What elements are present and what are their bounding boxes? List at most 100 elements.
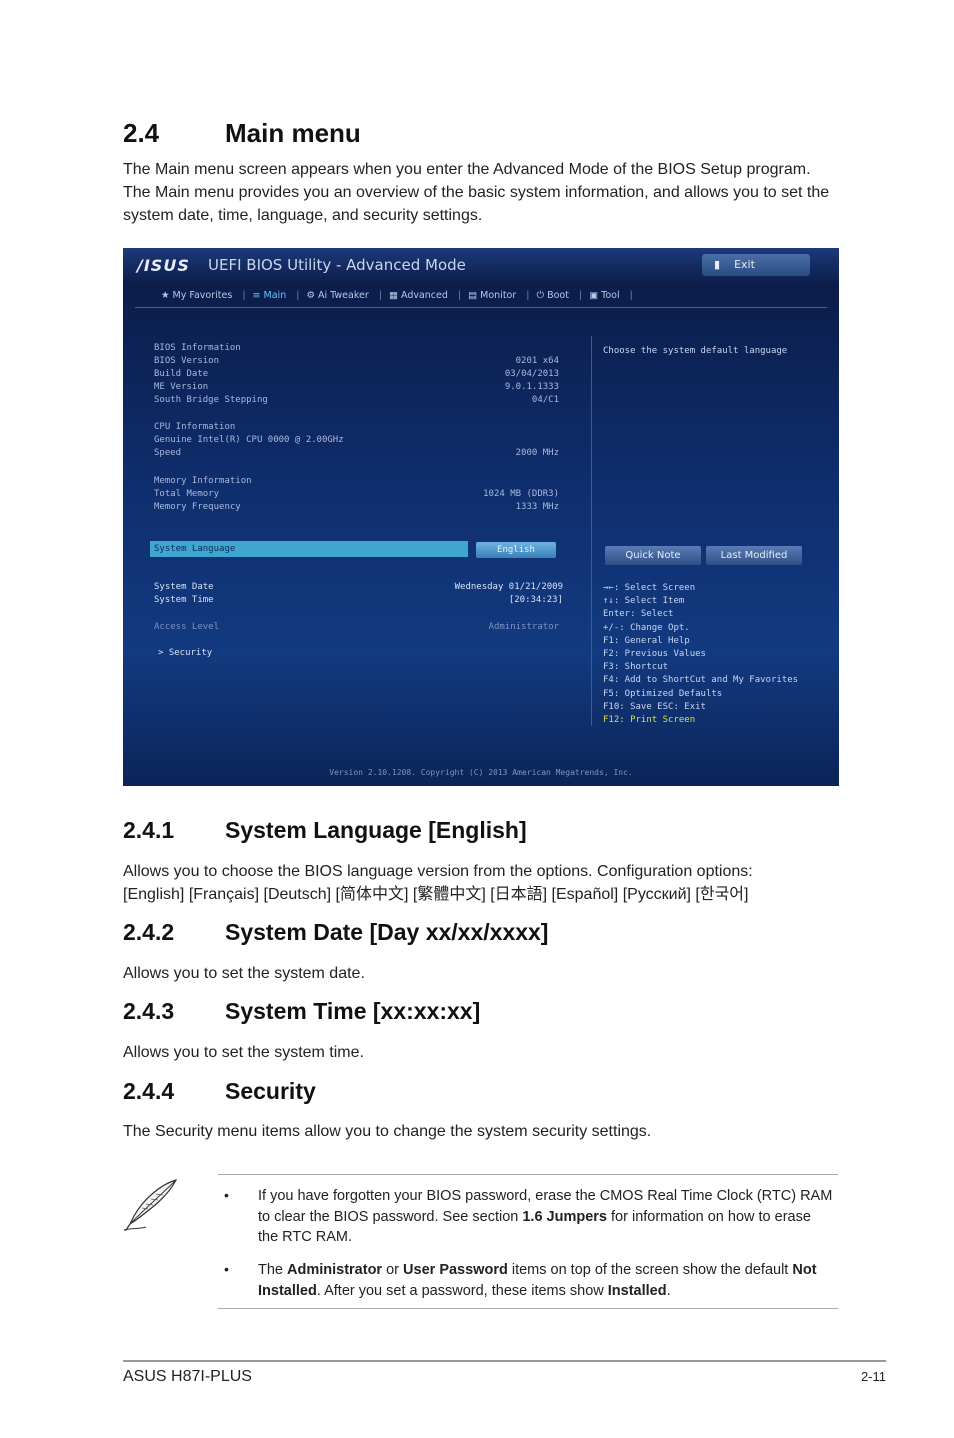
note-bold: Installed bbox=[607, 1282, 667, 1299]
tab-advanced[interactable]: ▦ Advanced bbox=[389, 284, 448, 308]
security-description: The Security menu items allow you to cha… bbox=[123, 1123, 652, 1140]
tab-label: Ai Tweaker bbox=[318, 290, 369, 301]
tab-separator: | bbox=[242, 290, 246, 301]
tab-label: Monitor bbox=[480, 290, 517, 301]
time-description: Allows you to set the system time. bbox=[123, 1044, 364, 1061]
note-text: The bbox=[258, 1262, 288, 1278]
tab-boot[interactable]: ⏻ Boot bbox=[537, 284, 569, 308]
language-text: Allows you to choose the BIOS language v… bbox=[123, 863, 753, 880]
cpu-speed-label: Speed bbox=[154, 448, 182, 458]
note-bold: 1.6 Jumpers bbox=[522, 1208, 607, 1225]
tab-separator: | bbox=[378, 290, 382, 301]
subsection-title-language: 2.4.1 System Language [English] bbox=[123, 817, 527, 844]
section-number: 2.4 bbox=[123, 118, 160, 148]
advanced-icon: ▦ bbox=[388, 290, 401, 301]
tab-ai-tweaker[interactable]: ⚙ Ai Tweaker bbox=[306, 284, 368, 308]
subsection-title-date: 2.4.2 System Date [Day xx/xx/xxxx] bbox=[123, 919, 548, 946]
bullet: • bbox=[224, 1187, 229, 1203]
quick-note-button[interactable]: Quick Note bbox=[605, 546, 701, 565]
bios-tabs: ★ My Favorites | ≡ Main | ⚙ Ai Tweaker | ▦ … bbox=[135, 284, 827, 308]
tab-separator: | bbox=[296, 290, 300, 301]
language-select[interactable]: English bbox=[476, 542, 556, 558]
cpu-speed-value: 2000 MHz bbox=[515, 448, 559, 458]
key-hint: +/-: Change Opt. bbox=[603, 622, 690, 633]
key-legend: →←: Select Screen ↑↓: Select Item Enter:… bbox=[603, 582, 798, 727]
note-text: or bbox=[382, 1262, 404, 1278]
subsection-heading: Security bbox=[225, 1078, 316, 1104]
me-version-value: 9.0.1.1333 bbox=[504, 382, 559, 392]
power-icon: ⏻ bbox=[536, 290, 548, 301]
tab-separator: | bbox=[457, 290, 462, 301]
system-date-value[interactable]: Wednesday 01/21/2009 bbox=[455, 582, 563, 592]
system-time-value[interactable]: [20:34:23] bbox=[509, 595, 563, 605]
access-level-label: Access Level bbox=[154, 622, 220, 632]
page-number: 2-11 bbox=[860, 1369, 886, 1384]
monitor-icon: ▤ bbox=[468, 290, 481, 301]
note-bold: Administrator bbox=[287, 1262, 383, 1278]
south-bridge-label: South Bridge Stepping bbox=[154, 395, 268, 405]
note-bold: User Password bbox=[403, 1262, 508, 1278]
tab-label: Tool bbox=[601, 290, 620, 301]
cpu-name: Genuine Intel(R) CPU 0000 @ 2.00GHz bbox=[154, 435, 344, 445]
footer-rule bbox=[123, 1360, 886, 1362]
security-menu-item[interactable]: > Security bbox=[158, 648, 212, 658]
subsection-heading: System Time [xx:xx:xx] bbox=[225, 998, 481, 1024]
key-hint: F5: Optimized Defaults bbox=[603, 688, 723, 699]
tab-label: Main bbox=[263, 290, 287, 301]
subsection-number: 2.4.3 bbox=[123, 998, 175, 1024]
language-description: Allows you to choose the BIOS language v… bbox=[123, 860, 838, 906]
system-date-label: System Date bbox=[154, 582, 214, 592]
language-options: [English] [Français] [Deutsch] [简体中文] [繁… bbox=[123, 886, 749, 903]
footer-product: ASUS H87I-PLUS bbox=[123, 1368, 252, 1385]
key-hint: F2: Previous Values bbox=[603, 649, 706, 660]
build-date-value: 03/04/2013 bbox=[504, 369, 559, 379]
system-time-label: System Time bbox=[154, 595, 214, 605]
bios-info-header: BIOS Information bbox=[154, 343, 241, 353]
note-item-administrator: The Administrator or User Password items… bbox=[258, 1260, 833, 1301]
memory-frequency-value: 1333 MHz bbox=[515, 502, 559, 512]
system-language-label: System Language bbox=[154, 544, 236, 554]
subsection-number: 2.4.4 bbox=[123, 1078, 175, 1104]
note-text: . After you set a password, these items … bbox=[316, 1282, 608, 1299]
subsection-title-time: 2.4.3 System Time [xx:xx:xx] bbox=[123, 998, 480, 1025]
section-intro: The Main menu screen appears when you en… bbox=[123, 161, 830, 224]
total-memory-label: Total Memory bbox=[154, 489, 220, 499]
key-hint: ↑↓: Select Item bbox=[603, 596, 685, 607]
me-version-label: ME Version bbox=[154, 382, 209, 392]
exit-button[interactable]: ▮ Exit bbox=[702, 254, 810, 276]
tab-monitor[interactable]: ▤ Monitor bbox=[468, 284, 516, 308]
build-date-label: Build Date bbox=[154, 369, 209, 379]
exit-label: Exit bbox=[734, 258, 755, 271]
subsection-number: 2.4.2 bbox=[123, 919, 175, 945]
key-hint: F10: Save ESC: Exit bbox=[603, 701, 706, 712]
bios-title: UEFI BIOS Utility - Advanced Mode bbox=[208, 256, 466, 274]
note-text: . bbox=[666, 1282, 671, 1299]
tab-separator: | bbox=[526, 290, 530, 301]
key-hint: Enter: Select bbox=[603, 609, 674, 620]
tab-main[interactable]: ≡ Main bbox=[253, 284, 287, 308]
note-text: items on top of the screen show the defa… bbox=[507, 1262, 793, 1278]
tab-my-favorites[interactable]: ★ My Favorites bbox=[161, 284, 232, 308]
subsection-title-security: 2.4.4 Security bbox=[123, 1078, 316, 1105]
tool-icon: ▣ bbox=[589, 290, 602, 301]
asus-logo: /ISUS bbox=[137, 256, 190, 275]
tab-tool[interactable]: ▣ Tool bbox=[589, 284, 619, 308]
note-box: • If you have forgotten your BIOS passwo… bbox=[218, 1174, 838, 1309]
subsection-heading: System Language [English] bbox=[225, 817, 527, 843]
memory-info-header: Memory Information bbox=[154, 476, 252, 486]
bios-divider bbox=[591, 336, 592, 726]
bios-version-footer: Version 2.10.1208. Copyright (C) 2013 Am… bbox=[329, 768, 633, 777]
section-title: 2.4 Main menu bbox=[123, 118, 361, 149]
total-memory-value: 1024 MB (DDR3) bbox=[483, 489, 559, 499]
key-hint-print-screen: F12: Print Screen bbox=[603, 715, 696, 726]
subsection-number: 2.4.1 bbox=[123, 817, 175, 843]
last-modified-button[interactable]: Last Modified bbox=[706, 546, 802, 565]
tab-separator: | bbox=[629, 290, 633, 301]
access-level-value: Administrator bbox=[488, 622, 559, 632]
note-item-password: If you have forgotten your BIOS password… bbox=[258, 1186, 833, 1248]
star-icon: ★ bbox=[161, 290, 173, 301]
tab-separator: | bbox=[578, 290, 583, 301]
bios-version-value: 0201 x64 bbox=[515, 356, 559, 366]
tab-label: Boot bbox=[547, 290, 569, 301]
key-hint: F4: Add to ShortCut and My Favorites bbox=[603, 675, 799, 686]
